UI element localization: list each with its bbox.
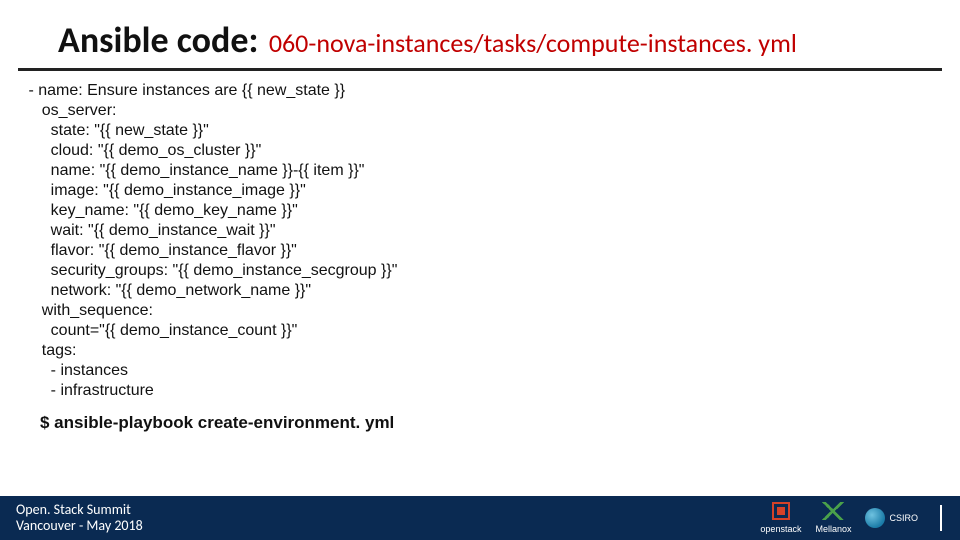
title-row: Ansible code: 060-nova-instances/tasks/c… [18,0,942,71]
slide: Ansible code: 060-nova-instances/tasks/c… [0,0,960,540]
mellanox-logo-label: Mellanox [815,524,851,534]
csiro-logo-icon: CSIRO [865,508,918,528]
footer: Open. Stack Summit Vancouver - May 2018 … [0,496,960,540]
footer-line2: Vancouver - May 2018 [16,518,143,534]
footer-logos: openstack Mellanox CSIRO [760,502,942,534]
title-main: Ansible code: [58,18,258,62]
footer-text: Open. Stack Summit Vancouver - May 2018 [16,502,143,534]
csiro-logo-label: CSIRO [889,513,918,523]
footer-divider [940,505,942,531]
mellanox-logo-icon: Mellanox [815,502,851,534]
footer-line1: Open. Stack Summit [16,502,143,518]
command-line: $ ansible-playbook create-environment. y… [0,401,960,433]
code-block: - name: Ensure instances are {{ new_stat… [0,77,960,401]
openstack-logo-icon: openstack [760,502,801,534]
title-sub: 060-nova-instances/tasks/compute-instanc… [269,27,797,59]
openstack-logo-label: openstack [760,524,801,534]
